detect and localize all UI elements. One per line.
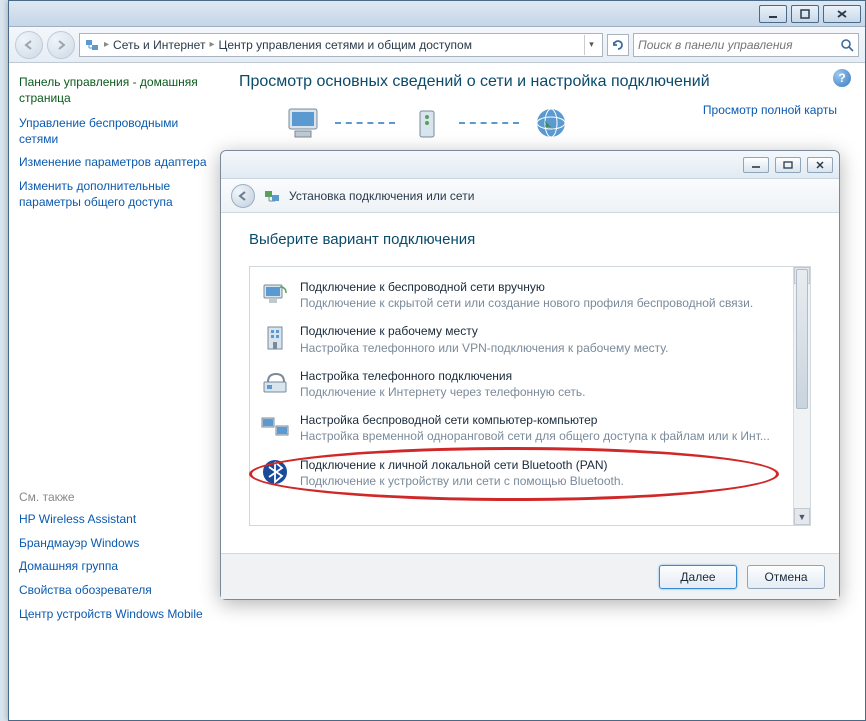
- close-button[interactable]: [823, 5, 861, 23]
- search-icon: [840, 38, 854, 52]
- seealso-link[interactable]: Домашняя группа: [19, 559, 209, 575]
- wizard-maximize-button[interactable]: [775, 157, 801, 173]
- option-title: Настройка беспроводной сети компьютер-ко…: [300, 412, 770, 428]
- next-button[interactable]: Далее: [659, 565, 737, 589]
- seealso-link[interactable]: Брандмауэр Windows: [19, 536, 209, 552]
- cancel-button[interactable]: Отмена: [747, 565, 825, 589]
- window-titlebar: [9, 1, 865, 27]
- wizard-icon: [263, 187, 281, 205]
- sidebar-link[interactable]: Управление беспроводными сетями: [19, 116, 209, 147]
- option-workplace[interactable]: Подключение к рабочему месту Настройка т…: [252, 317, 808, 361]
- sidebar-heading[interactable]: Панель управления - домашняя страница: [19, 75, 209, 106]
- wizard-footer: Далее Отмена: [221, 553, 839, 599]
- building-icon: [260, 323, 290, 353]
- minimize-button[interactable]: [759, 5, 787, 23]
- option-title: Настройка телефонного подключения: [300, 368, 586, 384]
- connection-wizard-dialog: Установка подключения или сети Выберите …: [220, 150, 840, 600]
- option-title: Подключение к личной локальной сети Blue…: [300, 457, 624, 473]
- two-computers-icon: [260, 412, 290, 442]
- address-dropdown[interactable]: ▾: [584, 35, 598, 55]
- monitor-wifi-icon: [260, 279, 290, 309]
- nav-forward-button[interactable]: [47, 31, 75, 59]
- router-icon: [403, 103, 451, 143]
- wizard-heading: Выберите вариант подключения: [249, 231, 811, 248]
- bluetooth-icon: [260, 457, 290, 487]
- wizard-minimize-button[interactable]: [743, 157, 769, 173]
- connection-options-list: Подключение к беспроводной сети вручную …: [249, 266, 811, 526]
- sidebar-link[interactable]: Изменение параметров адаптера: [19, 155, 209, 171]
- option-desc: Настройка телефонного или VPN-подключени…: [300, 340, 668, 356]
- breadcrumb-item[interactable]: Сеть и Интернет: [109, 38, 209, 52]
- scrollbar[interactable]: ▲ ▼: [793, 267, 810, 525]
- help-icon[interactable]: ?: [833, 69, 851, 87]
- internet-globe-icon: [527, 103, 575, 143]
- address-bar[interactable]: ▸ Сеть и Интернет ▸ Центр управления сет…: [79, 33, 603, 57]
- scroll-down-icon[interactable]: ▼: [794, 508, 810, 525]
- computer-icon: [279, 103, 327, 143]
- option-bluetooth[interactable]: Подключение к личной локальной сети Blue…: [252, 451, 808, 495]
- option-dialup[interactable]: Настройка телефонного подключения Подклю…: [252, 362, 808, 406]
- seealso-heading: См. также: [19, 490, 209, 504]
- option-desc: Подключение к устройству или сети с помо…: [300, 473, 624, 489]
- connection-line-icon: [335, 122, 395, 124]
- wizard-title: Установка подключения или сети: [289, 189, 474, 203]
- nav-bar: ▸ Сеть и Интернет ▸ Центр управления сет…: [9, 27, 865, 63]
- seealso-link[interactable]: Свойства обозревателя: [19, 583, 209, 599]
- option-desc: Подключение к скрытой сети или создание …: [300, 295, 753, 311]
- seealso-link[interactable]: Центр устройств Windows Mobile: [19, 607, 209, 623]
- nav-back-button[interactable]: [15, 31, 43, 59]
- sidebar-link[interactable]: Изменить дополнительные параметры общего…: [19, 179, 209, 210]
- option-desc: Настройка временной одноранговой сети дл…: [300, 428, 770, 444]
- search-input[interactable]: [638, 38, 840, 52]
- wizard-close-button[interactable]: [807, 157, 833, 173]
- option-title: Подключение к беспроводной сети вручную: [300, 279, 753, 295]
- connection-line-icon: [459, 122, 519, 124]
- breadcrumb-item[interactable]: Центр управления сетями и общим доступом: [214, 38, 476, 52]
- maximize-button[interactable]: [791, 5, 819, 23]
- wizard-header: Установка подключения или сети: [221, 179, 839, 213]
- search-box[interactable]: [633, 33, 859, 57]
- wizard-titlebar: [221, 151, 839, 179]
- phone-modem-icon: [260, 368, 290, 398]
- scroll-thumb[interactable]: [796, 269, 808, 409]
- refresh-button[interactable]: [607, 34, 629, 56]
- option-desc: Подключение к Интернету через телефонную…: [300, 384, 586, 400]
- seealso-link[interactable]: HP Wireless Assistant: [19, 512, 209, 528]
- network-icon: [84, 37, 100, 53]
- view-full-map-link[interactable]: Просмотр полной карты: [703, 103, 837, 117]
- option-manual-wireless[interactable]: Подключение к беспроводной сети вручную …: [252, 273, 808, 317]
- page-heading: Просмотр основных сведений о сети и наст…: [239, 73, 845, 91]
- option-title: Подключение к рабочему месту: [300, 323, 668, 339]
- option-adhoc[interactable]: Настройка беспроводной сети компьютер-ко…: [252, 406, 808, 450]
- wizard-body: Выберите вариант подключения Подключение…: [221, 213, 839, 553]
- sidebar: Панель управления - домашняя страница Уп…: [9, 63, 219, 720]
- wizard-back-button[interactable]: [231, 184, 255, 208]
